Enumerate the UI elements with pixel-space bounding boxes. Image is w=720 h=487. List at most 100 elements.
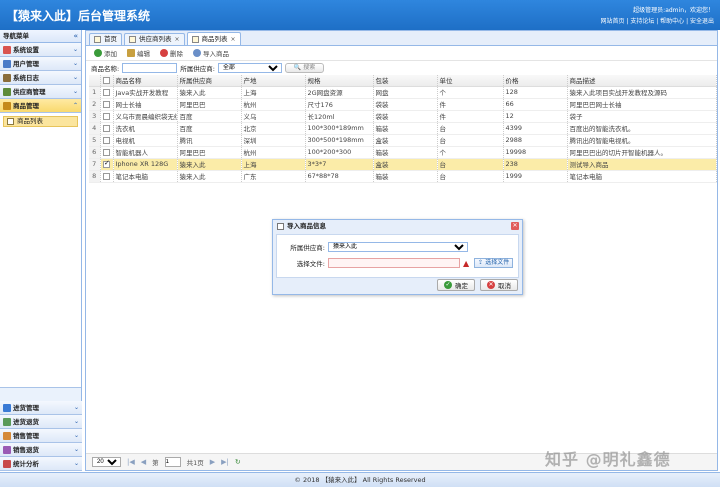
tab-home[interactable]: 首页	[89, 33, 122, 45]
sidebar-item-bottom-3[interactable]: 销售退货 ⌄	[0, 443, 82, 457]
import-button[interactable]: 导入商品	[193, 48, 229, 58]
ok-button[interactable]: ✓ 确定	[437, 279, 475, 291]
row-checkbox[interactable]	[100, 98, 114, 111]
sidebar-item-bottom-2[interactable]: 销售管理 ⌄	[0, 429, 82, 443]
table-cell: 100*200*300	[305, 146, 374, 159]
page-number-input[interactable]	[164, 457, 181, 467]
column-header[interactable]: 包装	[373, 75, 438, 87]
sidebar-item-bottom-1[interactable]: 进货退货 ⌄	[0, 415, 82, 429]
cancel-button[interactable]: ✕ 取消	[480, 279, 518, 291]
file-path-input[interactable]	[328, 258, 460, 268]
sidebar-item-top-1[interactable]: 用户管理 ⌄	[0, 57, 81, 71]
column-header[interactable]: 规格	[305, 75, 374, 87]
sidebar-item-label: 系统设置	[13, 45, 39, 54]
menu-icon	[3, 45, 11, 54]
page-size-select[interactable]: 20	[92, 457, 121, 467]
chevron-down-icon[interactable]: ⌄	[74, 457, 79, 471]
sidebar-item-top-0[interactable]: 系统设置 ⌄	[0, 43, 81, 57]
table-row[interactable]: 1 Java实战开发教程 猿来入此 上海 2G网盘资源 网盘个 128 猿来入此项目实战开发教…	[89, 86, 717, 99]
first-page-icon[interactable]: |◀	[127, 458, 135, 466]
header-links[interactable]: 网站首页 | 支持论坛 | 帮助中心 | 安全退出	[600, 16, 714, 25]
chevron-down-icon[interactable]: ⌄	[74, 401, 79, 415]
prev-page-icon[interactable]: ◀	[141, 458, 146, 466]
table-row[interactable]: 7 Iphone XR 128G猿来入此上海3*3*7盒装台238测试导入商品	[89, 158, 717, 171]
chevron-down-icon[interactable]: ⌄	[73, 43, 78, 57]
row-checkbox[interactable]	[100, 134, 114, 147]
sidebar-item-bottom-0[interactable]: 进货管理 ⌄	[0, 401, 82, 415]
check-icon: ✓	[444, 281, 452, 289]
collapse-icon[interactable]: «	[73, 30, 78, 43]
table-cell: 3*3*7	[305, 158, 374, 171]
row-checkbox[interactable]	[100, 158, 114, 171]
chevron-down-icon[interactable]: ⌄	[74, 415, 79, 429]
column-header[interactable]: 商品名称	[113, 75, 178, 87]
table-cell: 网士长袖	[113, 98, 178, 111]
delete-icon	[160, 49, 168, 57]
table-cell: 百度	[177, 110, 242, 123]
table-cell: 百度出的智能洗衣机。	[567, 122, 717, 135]
table-cell: 2G网盘资源	[305, 86, 374, 99]
close-icon[interactable]: ×	[231, 34, 236, 45]
chevron-down-icon[interactable]: ⌄	[74, 443, 79, 457]
table-cell: 100*300*189mm	[305, 122, 374, 135]
sidebar-item-label: 供应商管理	[13, 87, 46, 96]
edit-button[interactable]: 编辑	[127, 48, 150, 58]
column-header[interactable]: 单位	[437, 75, 504, 87]
chevron-down-icon[interactable]: ⌄	[73, 85, 78, 99]
table-cell: 笔记本电脑	[113, 170, 178, 183]
choose-file-button[interactable]: ⇪ 选择文件	[474, 258, 514, 268]
sidebar-item-label: 商品列表	[17, 117, 43, 125]
search-label: 搜索	[303, 64, 316, 71]
table-row[interactable]: 5 电视机 腾讯 深圳 300*500*198mm 盒装台 2988 腾讯出的智能电视机。	[89, 134, 717, 147]
table-cell: 19998	[503, 146, 568, 159]
sidebar-item-label: 统计分析	[13, 459, 39, 468]
chevron-down-icon[interactable]: ⌄	[73, 71, 78, 85]
tab-label: 供应商列表	[139, 35, 172, 43]
row-checkbox[interactable]	[100, 86, 114, 99]
table-cell: 猿来入此项目实战开发教程及源码	[567, 86, 717, 99]
chevron-up-icon[interactable]: ⌃	[73, 99, 78, 113]
column-header[interactable]: 产地	[241, 75, 306, 87]
last-page-icon[interactable]: ▶|	[221, 458, 229, 466]
column-header[interactable]: 商品描述	[567, 75, 717, 87]
row-checkbox[interactable]	[100, 122, 114, 135]
sidebar-item-bottom-4[interactable]: 统计分析 ⌄	[0, 457, 82, 471]
table-row[interactable]: 8 笔记本电脑 猿来入此 广东 67*88*78 箱装台 1999 笔记本电脑	[89, 170, 717, 183]
supplier-select[interactable]: 全部	[217, 63, 282, 73]
dialog-supplier-select[interactable]: 猿来入此	[328, 242, 468, 252]
product-name-label: 商品名称:	[91, 65, 120, 73]
row-checkbox[interactable]	[100, 170, 114, 183]
ok-label: 确定	[455, 282, 468, 290]
sidebar-item-top-3[interactable]: 供应商管理 ⌄	[0, 85, 81, 99]
table-row[interactable]: 6 智能机器人 阿里巴巴 杭州 100*200*300 箱装个 19998 阿里巴巴出的切片开…	[89, 146, 717, 159]
chevron-down-icon[interactable]: ⌄	[74, 429, 79, 443]
table-cell: 腾讯	[177, 134, 242, 147]
table-row[interactable]: 3 义乌市贾晨编织袋无纺 百度 义乌 长120ml 袋装件 12 袋子	[89, 110, 717, 123]
close-icon[interactable]: ×	[175, 34, 180, 45]
table-cell: 箱装	[373, 170, 438, 183]
column-header[interactable]: 价格	[503, 75, 568, 87]
row-checkbox[interactable]	[100, 110, 114, 123]
add-button[interactable]: 添加	[94, 48, 117, 58]
tab-supplier-list[interactable]: 供应商列表 ×	[124, 33, 185, 45]
refresh-icon[interactable]: ↻	[235, 458, 241, 466]
select-all-checkbox[interactable]	[100, 75, 114, 87]
search-button[interactable]: 🔍 搜索	[284, 63, 325, 73]
tab-product-list[interactable]: 商品列表 ×	[186, 32, 241, 45]
table-cell: 杭州	[241, 98, 306, 111]
sidebar-item-top-4[interactable]: 商品管理 ⌃	[0, 99, 81, 113]
table-row[interactable]: 2 网士长袖 阿里巴巴 杭州 尺寸176 袋装件 66 阿里巴巴网士长袖	[89, 98, 717, 111]
close-icon[interactable]: ✕	[511, 222, 519, 230]
table-cell: 128	[503, 86, 568, 99]
table-cell: 台	[437, 134, 504, 147]
table-row[interactable]: 4 洗衣机 百度 北京 100*300*189mm 箱装台 4399 百度出的智能洗衣机。	[89, 122, 717, 135]
chevron-down-icon[interactable]: ⌄	[73, 57, 78, 71]
column-header[interactable]: 所属供应商	[177, 75, 242, 87]
file-row: 选择文件: ▲ ⇪ 选择文件	[277, 257, 520, 269]
row-checkbox[interactable]	[100, 146, 114, 159]
product-name-input[interactable]	[122, 63, 178, 73]
sidebar-item-product-list[interactable]: 商品列表	[3, 116, 78, 127]
sidebar-item-top-2[interactable]: 系统日志 ⌄	[0, 71, 81, 85]
delete-button[interactable]: 删除	[160, 48, 183, 58]
next-page-icon[interactable]: ▶	[210, 458, 215, 466]
